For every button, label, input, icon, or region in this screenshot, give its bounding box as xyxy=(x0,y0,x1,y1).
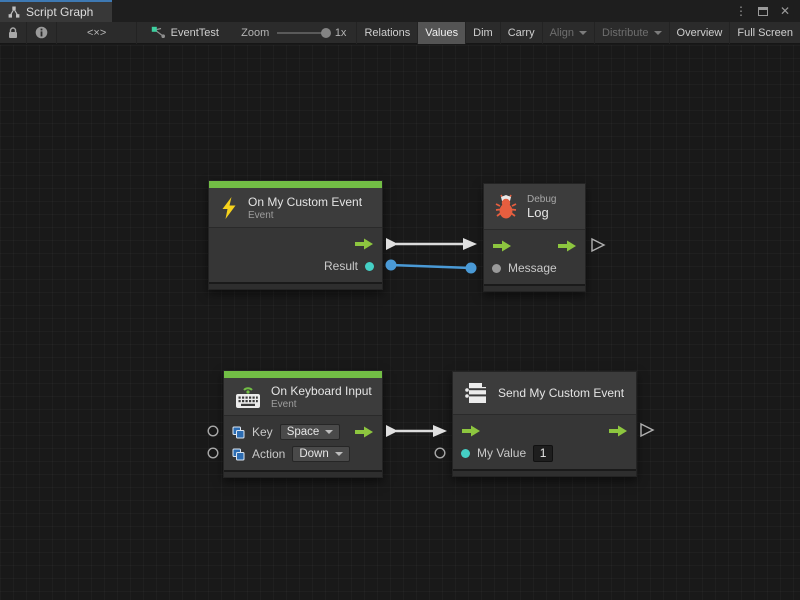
node-subtitle: Event xyxy=(271,399,372,410)
graph-toolbar: <×> EventTest Zoom 1x Relations Values D… xyxy=(0,22,800,44)
node-title: Send My Custom Event xyxy=(498,386,624,400)
enum-type-icon xyxy=(232,426,245,439)
graph-canvas[interactable] xyxy=(0,45,800,600)
node-subtitle: Event xyxy=(248,210,362,221)
tab-bar: Script Graph ⋮ ✕ xyxy=(0,0,800,22)
result-port-label: Result xyxy=(324,259,358,273)
values-button[interactable]: Values xyxy=(418,22,466,44)
dropdown-caret-icon xyxy=(335,452,343,456)
unity-script-graph-window: Script Graph ⋮ ✕ <×> xyxy=(0,0,800,600)
node-title: On My Custom Event xyxy=(248,195,362,209)
event-accent-bar xyxy=(224,371,382,378)
carry-button[interactable]: Carry xyxy=(501,22,543,44)
node-debug-log[interactable]: Debug Log Message xyxy=(483,183,586,292)
code-view-icon: <×> xyxy=(87,27,106,39)
lock-icon xyxy=(8,27,18,39)
dropdown-caret-icon xyxy=(325,430,333,434)
event-accent-bar xyxy=(209,181,382,188)
node-footer xyxy=(484,284,585,291)
node-send-my-custom-event[interactable]: Send My Custom Event My Value xyxy=(452,371,637,477)
graph-asset-icon xyxy=(151,26,166,39)
flow-output-port[interactable] xyxy=(354,426,374,438)
my-value-port[interactable] xyxy=(461,449,470,458)
keyboard-icon xyxy=(234,384,262,410)
custom-event-icon xyxy=(463,380,489,406)
result-value-port[interactable] xyxy=(365,262,374,271)
flow-output-port[interactable] xyxy=(608,425,628,437)
zoom-slider[interactable] xyxy=(277,32,327,34)
tab-script-graph[interactable]: Script Graph xyxy=(0,0,112,22)
flow-input-port[interactable] xyxy=(492,240,512,252)
dim-button[interactable]: Dim xyxy=(466,22,501,44)
node-on-keyboard-input[interactable]: On Keyboard Input Event Key Space xyxy=(223,370,383,478)
maximize-icon[interactable] xyxy=(754,2,772,20)
action-port-label: Action xyxy=(252,447,285,461)
message-port-label: Message xyxy=(508,261,557,275)
key-port-label: Key xyxy=(252,425,273,439)
node-footer xyxy=(224,470,382,477)
graph-breadcrumb[interactable]: EventTest xyxy=(144,22,226,44)
close-icon[interactable]: ✕ xyxy=(776,2,794,20)
distribute-dropdown-caret-icon xyxy=(654,31,662,35)
overview-button[interactable]: Overview xyxy=(670,22,731,44)
info-button[interactable] xyxy=(27,22,57,44)
action-dropdown[interactable]: Down xyxy=(292,446,349,462)
node-footer xyxy=(453,469,636,476)
code-view-button[interactable]: <×> xyxy=(57,22,137,44)
zoom-slider-handle[interactable] xyxy=(321,28,331,38)
key-dropdown[interactable]: Space xyxy=(280,424,341,440)
fullscreen-button[interactable]: Full Screen xyxy=(730,22,800,44)
graph-hierarchy-icon xyxy=(8,6,20,18)
enum-type-icon xyxy=(232,448,245,461)
flow-output-port[interactable] xyxy=(557,240,577,252)
distribute-button[interactable]: Distribute xyxy=(595,22,669,44)
lightning-icon xyxy=(219,196,239,220)
my-value-port-label: My Value xyxy=(477,446,526,460)
my-value-input[interactable] xyxy=(533,445,553,462)
node-title: Log xyxy=(527,205,556,220)
graph-name: EventTest xyxy=(171,27,219,39)
window-controls: ⋮ ✕ xyxy=(732,0,800,22)
window-menu-icon[interactable]: ⋮ xyxy=(732,2,750,20)
node-category: Debug xyxy=(527,194,556,205)
align-button[interactable]: Align xyxy=(543,22,595,44)
flow-input-port[interactable] xyxy=(461,425,481,437)
node-title: On Keyboard Input xyxy=(271,384,372,398)
lock-button[interactable] xyxy=(0,22,27,44)
tab-title: Script Graph xyxy=(26,5,93,19)
info-icon xyxy=(35,26,48,39)
flow-output-port[interactable] xyxy=(354,238,374,250)
node-on-my-custom-event[interactable]: On My Custom Event Event Result xyxy=(208,180,383,290)
relations-button[interactable]: Relations xyxy=(356,22,418,44)
align-dropdown-caret-icon xyxy=(579,31,587,35)
bug-icon xyxy=(494,194,518,220)
node-footer xyxy=(209,282,382,289)
zoom-label: Zoom xyxy=(241,27,269,39)
message-value-port[interactable] xyxy=(492,264,501,273)
zoom-level: 1x xyxy=(335,27,347,39)
